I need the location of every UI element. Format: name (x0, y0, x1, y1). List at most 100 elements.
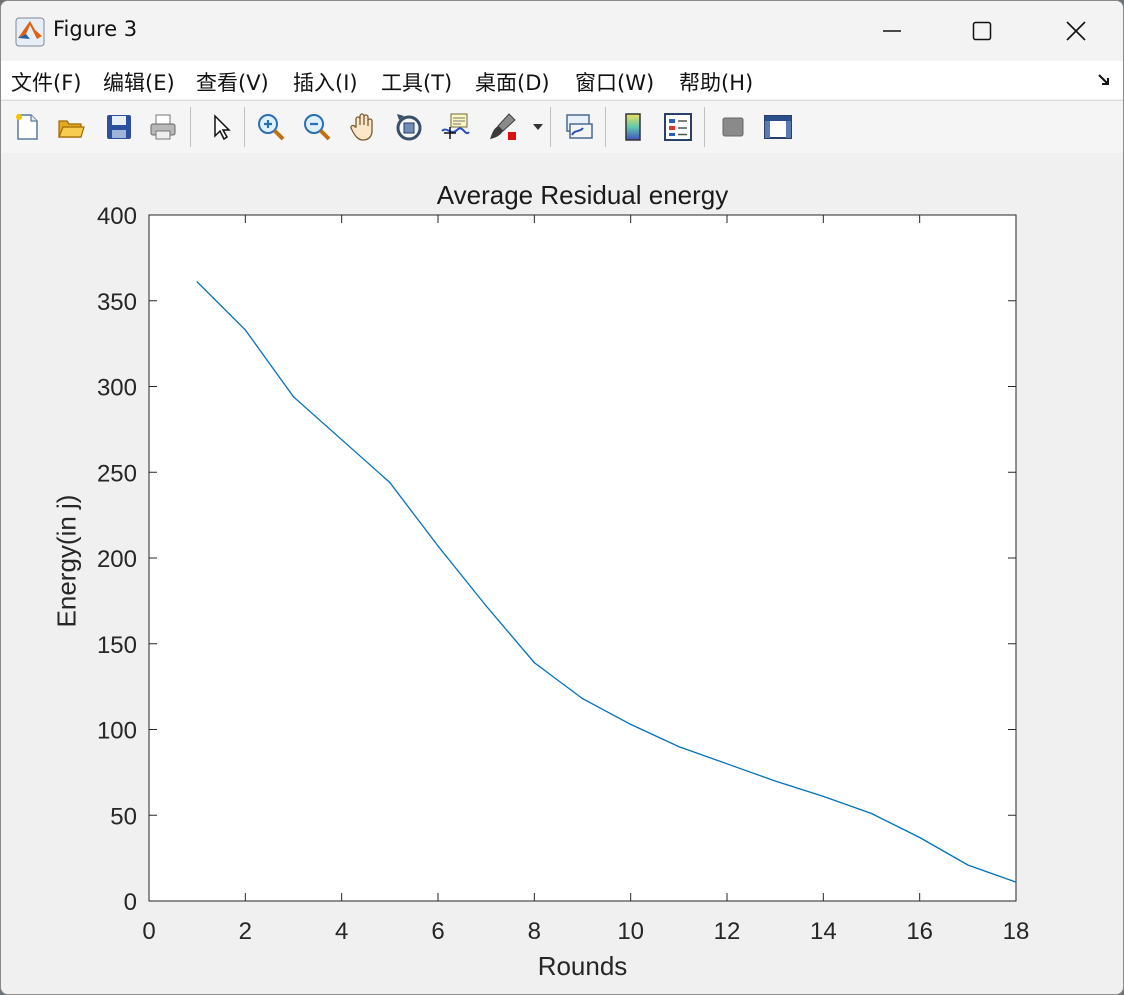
save-icon (107, 115, 131, 139)
x-tick-label: 6 (431, 918, 444, 945)
hide-plot-tools-button[interactable] (715, 109, 751, 145)
open-file-button[interactable] (53, 109, 89, 145)
data-point (533, 662, 535, 664)
legend-button[interactable] (660, 109, 696, 145)
menu-view[interactable]: 查看(V) (196, 67, 269, 97)
x-tick-label: 12 (714, 918, 741, 945)
plot-area: 0 2 4 6 8 10 12 14 16 18 0 50 100 150 200 250 300 350 400 (97, 203, 1030, 945)
legend-icon (664, 113, 692, 141)
data-point (341, 439, 343, 441)
dock-arrow-icon[interactable] (1097, 73, 1111, 87)
y-tick-label: 0 (124, 889, 137, 916)
x-tick-label: 10 (617, 918, 644, 945)
data-point (389, 481, 391, 484)
brush-icon (490, 113, 516, 140)
data-cursor-button[interactable] (437, 109, 473, 145)
new-figure-icon (16, 114, 38, 140)
open-file-icon (58, 120, 85, 138)
data-point (437, 545, 439, 547)
x-tick-label: 14 (810, 918, 837, 945)
x-tick-label: 16 (906, 918, 933, 945)
toolbar-separator (605, 107, 606, 147)
close-button[interactable] (1053, 9, 1099, 53)
data-point (919, 836, 921, 839)
data-point (726, 763, 728, 765)
brush-dropdown-icon (533, 124, 543, 130)
data-point (967, 864, 969, 866)
close-icon (1066, 21, 1086, 41)
data-point (630, 723, 632, 725)
window-title: Figure 3 (53, 17, 138, 41)
rotate-3d-button[interactable] (391, 109, 427, 145)
link-plot-button[interactable] (561, 109, 597, 145)
brush-dropdown-button[interactable] (529, 109, 547, 145)
menu-desktop[interactable]: 桌面(D) (475, 67, 550, 97)
chart-title: Average Residual energy (436, 180, 729, 210)
toolbar-separator (190, 107, 191, 147)
colorbar-button[interactable] (615, 109, 651, 145)
x-tick-label: 18 (1003, 918, 1030, 945)
x-tick-label: 8 (528, 918, 541, 945)
zoom-out-icon (304, 114, 331, 141)
save-button[interactable] (101, 109, 137, 145)
data-point (1015, 881, 1017, 883)
new-figure-button[interactable] (9, 109, 45, 145)
minimize-button[interactable] (869, 9, 915, 53)
link-plot-icon (566, 114, 593, 139)
axes-background (149, 215, 1016, 901)
minimize-icon (883, 30, 901, 32)
menu-window[interactable]: 窗口(W) (575, 67, 654, 97)
select-arrow-icon (214, 114, 231, 141)
maximize-button[interactable] (959, 9, 1005, 53)
y-tick-label: 200 (97, 546, 137, 573)
menu-bar: 文件(F) 编辑(E) 查看(V) 插入(I) 工具(T) 桌面(D) 窗口(W… (1, 61, 1123, 99)
toolbar-separator (550, 107, 551, 147)
x-tick-label: 4 (335, 918, 348, 945)
figure-canvas: 0 2 4 6 8 10 12 14 16 18 0 50 100 150 200 250 300 350 400 … (1, 153, 1123, 994)
rotate-3d-icon (396, 114, 422, 141)
data-point (774, 780, 776, 782)
menu-edit[interactable]: 编辑(E) (103, 67, 175, 97)
menu-help[interactable]: 帮助(H) (679, 67, 753, 97)
matlab-logo-icon (15, 17, 45, 47)
pan-hand-icon (350, 113, 373, 141)
data-point (292, 396, 295, 398)
y-tick-label: 150 (97, 632, 137, 659)
toolbar-separator (244, 107, 245, 147)
menu-file[interactable]: 文件(F) (11, 67, 81, 97)
zoom-out-button[interactable] (299, 109, 335, 145)
data-point (581, 698, 584, 700)
data-point (485, 605, 487, 607)
print-icon (150, 114, 176, 140)
brush-button[interactable] (485, 109, 521, 145)
toolbar-separator (704, 107, 705, 147)
x-axis-label: Rounds (537, 951, 628, 981)
title-bar[interactable]: Figure 3 (1, 1, 1123, 61)
y-tick-label: 100 (97, 718, 137, 745)
data-point (244, 329, 246, 331)
select-arrow-button[interactable] (203, 109, 239, 145)
y-tick-label: 400 (97, 203, 137, 230)
zoom-in-button[interactable] (253, 109, 289, 145)
hide-plot-tools-icon (722, 117, 744, 137)
menu-insert[interactable]: 插入(I) (293, 67, 358, 97)
data-point (870, 812, 873, 815)
y-tick-label: 50 (110, 803, 137, 830)
data-cursor-icon (441, 113, 470, 139)
data-point (196, 281, 198, 283)
y-tick-label: 300 (97, 375, 137, 402)
print-button[interactable] (145, 109, 181, 145)
menu-tools[interactable]: 工具(T) (381, 67, 452, 97)
y-tick-label: 250 (97, 460, 137, 487)
pan-button[interactable] (345, 109, 381, 145)
show-plot-tools-icon (764, 115, 792, 139)
toolbar (1, 100, 1123, 154)
x-tick-label: 2 (239, 918, 252, 945)
maximize-icon (972, 21, 992, 41)
show-plot-tools-button[interactable] (760, 109, 796, 145)
x-tick-label: 0 (142, 918, 155, 945)
y-tick-label: 350 (97, 289, 137, 316)
data-point (678, 746, 680, 748)
zoom-in-icon (258, 114, 285, 141)
colorbar-icon (625, 113, 641, 141)
